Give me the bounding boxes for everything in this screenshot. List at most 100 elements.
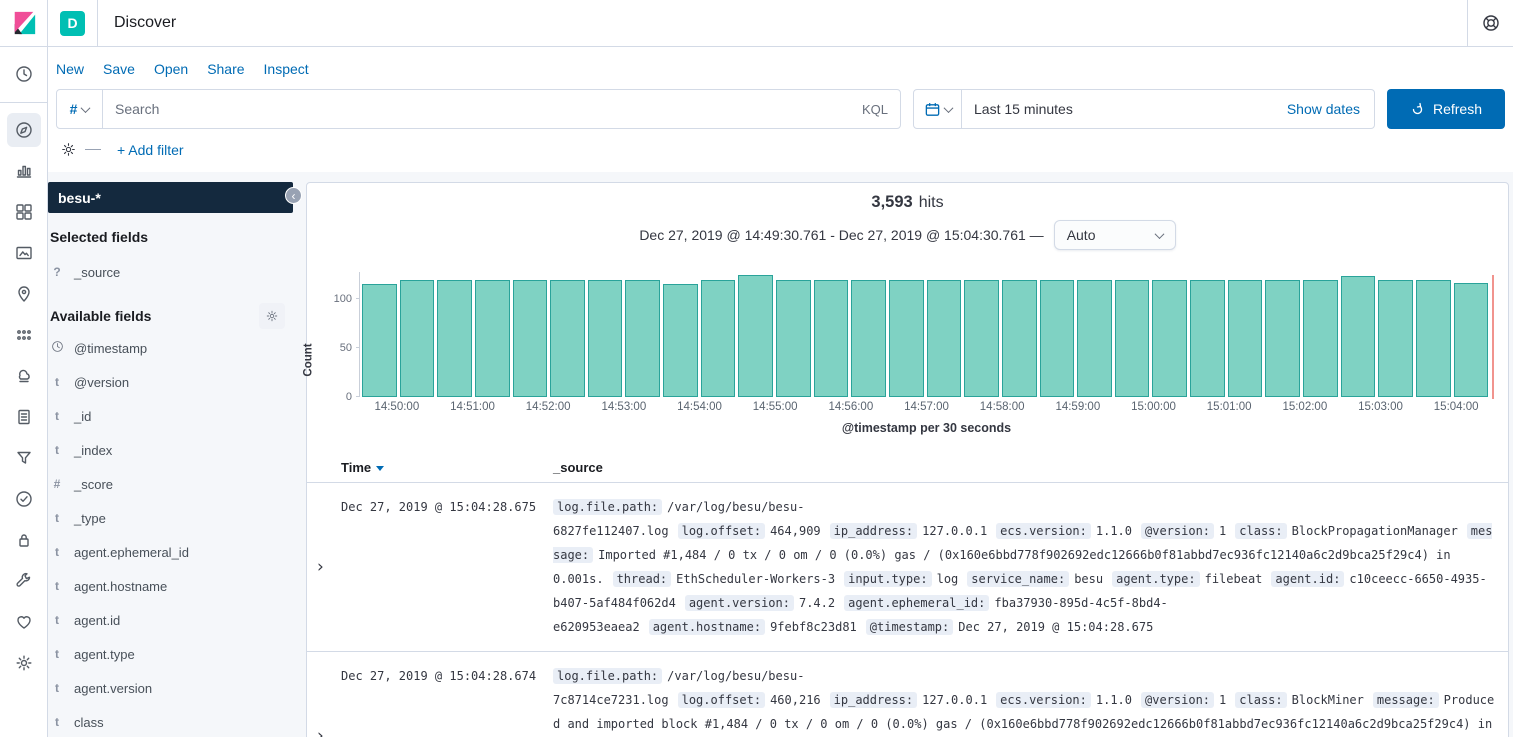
histogram-bar[interactable] [964, 280, 999, 397]
sort-descending-icon[interactable] [376, 466, 384, 471]
field-item-@version[interactable]: t@version [48, 365, 293, 399]
nav-management-icon[interactable] [7, 646, 41, 680]
field-value: log [937, 572, 959, 586]
field-value: 1 [1219, 693, 1226, 707]
index-pattern-selector[interactable]: besu-* [48, 182, 293, 213]
histogram-bar[interactable] [1040, 280, 1075, 397]
filter-hash-symbol: # [70, 101, 78, 117]
saved-query-menu-button[interactable]: # [57, 90, 103, 128]
histogram-bar[interactable] [927, 280, 962, 397]
histogram-bar[interactable] [738, 275, 773, 397]
histogram-bar[interactable] [1115, 280, 1150, 397]
kibana-logo[interactable] [0, 10, 47, 36]
nav-stack-monitoring-icon[interactable] [7, 605, 41, 639]
time-column-header[interactable]: Time [341, 460, 553, 475]
field-item-agent.version[interactable]: tagent.version [48, 671, 293, 705]
field-item-_type[interactable]: t_type [48, 501, 293, 535]
nav-canvas-icon[interactable] [7, 236, 41, 270]
histogram-bar[interactable] [776, 280, 811, 397]
time-range-picker: Last 15 minutes Show dates [913, 89, 1375, 129]
menu-item-save[interactable]: Save [103, 61, 135, 77]
field-key-badge: ecs.version: [996, 692, 1091, 708]
nav-dev-tools-icon[interactable] [7, 564, 41, 598]
help-icon[interactable] [1467, 0, 1513, 47]
field-name: agent.id [74, 613, 120, 628]
expand-row-button[interactable]: › [315, 495, 341, 639]
field-item-_score[interactable]: #_score [48, 467, 293, 501]
histogram-bar[interactable] [889, 280, 924, 397]
filter-settings-gear-icon[interactable] [60, 141, 77, 158]
histogram-bar[interactable] [550, 280, 585, 397]
histogram-bar[interactable] [1341, 276, 1376, 397]
histogram-bar[interactable] [437, 280, 472, 397]
field-settings-gear-icon[interactable] [259, 303, 285, 329]
field-item-agent.type[interactable]: tagent.type [48, 637, 293, 671]
search-row: # KQL Last 15 minutes Sho [56, 89, 1505, 129]
menu-item-open[interactable]: Open [154, 61, 188, 77]
histogram-bar[interactable] [1303, 280, 1338, 397]
histogram-bar[interactable] [475, 280, 510, 397]
histogram-bar[interactable] [1190, 280, 1225, 397]
refresh-button[interactable]: Refresh [1387, 89, 1505, 129]
x-axis-tick-label: 14:59:00 [1055, 401, 1100, 413]
field-item-_id[interactable]: t_id [48, 399, 293, 433]
histogram-bar[interactable] [1002, 280, 1037, 397]
search-input[interactable] [103, 101, 850, 117]
add-filter-button[interactable]: + Add filter [117, 142, 184, 158]
histogram-bar[interactable] [1378, 280, 1413, 397]
hits-count-line: 3,593hits [307, 191, 1508, 212]
field-key-badge: class: [1235, 523, 1286, 539]
nav-dashboard-icon[interactable] [7, 195, 41, 229]
histogram-bar[interactable] [588, 280, 623, 397]
menu-item-new[interactable]: New [56, 61, 84, 77]
x-axis-tick-label: 14:53:00 [601, 401, 646, 413]
field-item-_source[interactable]: ?_source [48, 255, 293, 289]
histogram-bar[interactable] [814, 280, 849, 397]
histogram-bar[interactable] [1152, 280, 1187, 397]
row-timestamp: Dec 27, 2019 @ 15:04:28.674 [341, 664, 553, 737]
collapse-sidebar-button[interactable]: ‹ [285, 187, 302, 204]
histogram-chart: Count 050100 14:50:0014:51:0014:52:0014:… [359, 272, 1494, 435]
histogram-bar[interactable] [851, 280, 886, 397]
nav-uptime-icon[interactable] [7, 482, 41, 516]
nav-maps-icon[interactable] [7, 277, 41, 311]
nav-discover-icon[interactable] [7, 113, 41, 147]
nav-machine-learning-icon[interactable] [7, 318, 41, 352]
histogram-bar[interactable] [362, 284, 397, 397]
field-name: agent.type [74, 647, 135, 662]
field-name: @version [74, 375, 129, 390]
histogram-bar[interactable] [1228, 280, 1263, 397]
histogram-bar[interactable] [1416, 280, 1451, 397]
app-badge[interactable]: D [60, 11, 85, 36]
menu-item-inspect[interactable]: Inspect [264, 61, 309, 77]
histogram-bar[interactable] [663, 284, 698, 397]
histogram-bar[interactable] [1454, 283, 1489, 397]
histogram-bar[interactable] [1265, 280, 1300, 397]
time-range-value[interactable]: Last 15 minutes [962, 101, 1287, 117]
histogram-bar[interactable] [1077, 280, 1112, 397]
field-item-class[interactable]: tclass [48, 705, 293, 737]
field-item-agent.id[interactable]: tagent.id [48, 603, 293, 637]
nav-siem-icon[interactable] [7, 523, 41, 557]
nav-visualize-icon[interactable] [7, 154, 41, 188]
expand-row-button[interactable]: › [315, 664, 341, 737]
field-value: 9febf8c23d81 [770, 620, 857, 634]
histogram-bar[interactable] [625, 280, 660, 397]
kql-language-toggle[interactable]: KQL [850, 102, 900, 117]
field-item-agent.hostname[interactable]: tagent.hostname [48, 569, 293, 603]
nav-apm-icon[interactable] [7, 441, 41, 475]
nav-logs-icon[interactable] [7, 359, 41, 393]
histogram-bar[interactable] [400, 280, 435, 397]
histogram-bar[interactable] [701, 280, 736, 397]
menu-item-share[interactable]: Share [207, 61, 244, 77]
x-axis-tick-label: 15:01:00 [1207, 401, 1252, 413]
field-item-agent.ephemeral_id[interactable]: tagent.ephemeral_id [48, 535, 293, 569]
nav-recently-viewed-icon[interactable] [7, 57, 41, 91]
field-item-_index[interactable]: t_index [48, 433, 293, 467]
nav-infrastructure-icon[interactable] [7, 400, 41, 434]
show-dates-link[interactable]: Show dates [1287, 101, 1374, 117]
calendar-button[interactable] [914, 90, 962, 128]
interval-select[interactable]: Auto [1054, 220, 1176, 250]
field-item-@timestamp[interactable]: @timestamp [48, 331, 293, 365]
histogram-bar[interactable] [513, 280, 548, 397]
